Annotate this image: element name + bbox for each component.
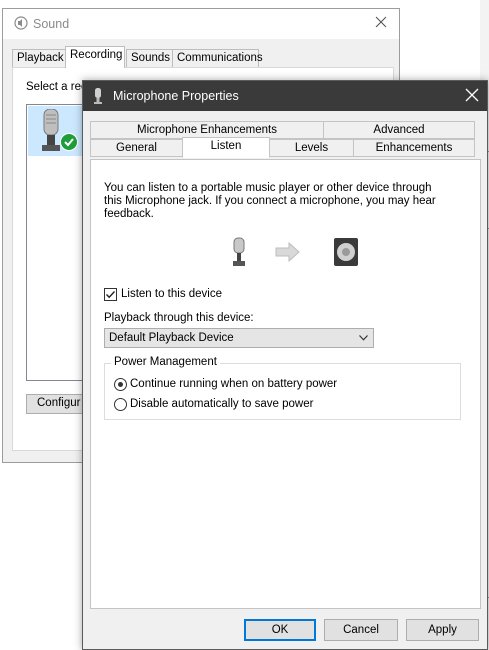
tab-recording[interactable]: Recording: [65, 46, 125, 68]
instruction-text: Select a rec: [26, 81, 87, 93]
tab-enhancements[interactable]: Enhancements: [353, 139, 475, 157]
ok-button[interactable]: OK: [244, 619, 316, 641]
playback-device-value: Default Playback Device: [109, 332, 234, 344]
dialog-title: Microphone Properties: [113, 89, 239, 103]
radio-disable-automatically[interactable]: [114, 398, 127, 411]
tab-communications[interactable]: Communications: [172, 49, 263, 67]
sound-titlebar: Sound: [3, 9, 399, 39]
configure-button[interactable]: Configur: [26, 394, 88, 414]
apply-button[interactable]: Apply: [406, 619, 479, 641]
radio-disable-label: Disable automatically to save power: [130, 398, 314, 410]
playback-device-select[interactable]: Default Playback Device: [104, 328, 374, 348]
listen-checkbox-label: Listen to this device: [121, 288, 223, 300]
cancel-button[interactable]: Cancel: [324, 619, 398, 641]
arrow-right-icon: [275, 241, 300, 263]
device-list[interactable]: [26, 104, 88, 381]
radio-continue-label: Continue running when on battery power: [130, 378, 338, 390]
tab-general[interactable]: General: [90, 139, 183, 157]
mic-to-speaker-graphic: [233, 237, 358, 266]
microphone-icon: [94, 88, 102, 104]
speaker-icon: [334, 238, 358, 266]
dialog-titlebar: Microphone Properties: [83, 81, 487, 111]
green-check-icon: [60, 133, 78, 151]
microphone-icon: [233, 237, 245, 266]
playback-label: Playback through this device:: [104, 312, 254, 324]
checkmark-icon: [106, 291, 116, 299]
tab-levels[interactable]: Levels: [269, 139, 354, 157]
chevron-down-icon: [359, 335, 368, 341]
tab-listen[interactable]: Listen: [182, 137, 270, 158]
power-management-legend: Power Management: [111, 356, 220, 368]
tab-playback[interactable]: Playback: [12, 49, 66, 67]
radio-continue-running[interactable]: [114, 378, 127, 391]
tab-advanced[interactable]: Advanced: [323, 121, 475, 139]
listen-description: You can listen to a portable music playe…: [104, 182, 436, 220]
sound-window-title: Sound: [33, 17, 70, 31]
listen-panel: You can listen to a portable music playe…: [90, 159, 481, 609]
power-management-group: Power Management Continue running when o…: [104, 356, 461, 420]
tab-sounds[interactable]: Sounds: [126, 49, 173, 67]
close-icon[interactable]: [465, 88, 479, 102]
device-item-microphone[interactable]: [28, 106, 84, 156]
microphone-properties-dialog: Microphone Properties Microphone Enhance…: [82, 80, 488, 650]
speaker-icon: [14, 16, 28, 30]
close-icon[interactable]: [373, 14, 389, 30]
listen-checkbox[interactable]: [104, 288, 117, 301]
